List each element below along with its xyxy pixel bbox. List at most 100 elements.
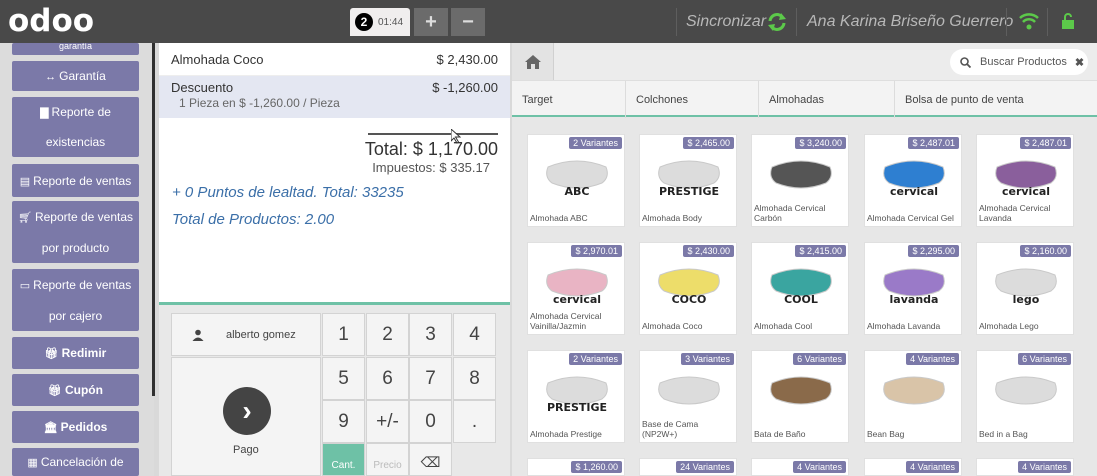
product-brand-logo: cervical — [552, 293, 602, 306]
numpad-key-6[interactable]: 6 — [366, 357, 409, 400]
home-icon — [524, 54, 541, 69]
mode-quantity-button[interactable]: Cant. — [322, 443, 365, 476]
product-card[interactable]: $ 2,487.01 cervical Almohada Cervical Gel — [864, 134, 962, 227]
category-bolsa-punto-venta[interactable]: Bolsa de punto de venta — [894, 81, 1097, 118]
product-name: Almohada ABC — [530, 213, 588, 223]
orderline-price: $ 2,430.00 — [436, 52, 498, 67]
numpad-key-dot[interactable]: . — [453, 400, 496, 443]
sync-label[interactable]: Sincronizar — [686, 13, 766, 31]
wifi-icon[interactable] — [1019, 12, 1039, 30]
sidebar-item-reporte-ventas[interactable]: ▤ Reporte de ventas — [12, 164, 139, 197]
product-card[interactable]: $ 2,465.00 PRESTIGE Almohada Body — [639, 134, 737, 227]
numpad-key-plusminus[interactable]: +/- — [366, 400, 409, 443]
category-bar: Target Colchones Almohadas Bolsa de punt… — [512, 80, 1097, 118]
product-name: Almohada Cervical Carbón — [754, 203, 826, 223]
order-tab[interactable]: 2 01:44 — [350, 8, 410, 36]
product-card[interactable]: 4 Variantes Bean Bag — [864, 350, 962, 443]
product-price-badge: $ 1,260.00 — [571, 461, 622, 473]
product-card[interactable]: $ 2,487.01 cervical Almohada Cervical Lava… — [976, 134, 1074, 227]
sidebar-item-garantia[interactable]: ↔ Garantía — [12, 61, 139, 91]
numpad-key-0[interactable]: 0 — [409, 400, 452, 443]
sidebar-item-label: por cajero — [48, 308, 103, 323]
sidebar-item-label: ▭ Reporte de ventas — [19, 277, 132, 292]
set-customer-button[interactable]: alberto gomez — [171, 313, 321, 356]
product-card[interactable]: $ 2,415.00 COOL Almohada Cool — [751, 242, 849, 335]
product-card[interactable]: 4 Variantes — [751, 458, 849, 476]
clear-search-icon[interactable]: ✖ — [1075, 56, 1084, 69]
pay-arrow-icon[interactable]: › — [223, 387, 271, 435]
product-card[interactable]: 2 Variantes ABC Almohada ABC — [527, 134, 625, 227]
numpad-key-8[interactable]: 8 — [453, 357, 496, 400]
product-brand-logo: cervical — [1001, 185, 1051, 198]
product-card[interactable]: 4 Variantes — [864, 458, 962, 476]
numpad-key-2[interactable]: 2 — [366, 313, 409, 356]
product-price-badge: 4 Variantes — [1018, 461, 1071, 473]
sidebar-item-garantia-partial[interactable]: garantía — [12, 43, 139, 55]
product-card[interactable]: 2 Variantes PRESTIGE Almohada Prestige — [527, 350, 625, 443]
product-name: Base de Cama (NP2W+) — [642, 419, 699, 439]
sidebar-item-label: 🏛︎ Pedidos — [43, 420, 108, 434]
product-price-badge: $ 2,160.00 — [1020, 245, 1071, 257]
sidebar-scrollbar[interactable] — [152, 43, 155, 396]
numpad-key-1[interactable]: 1 — [322, 313, 365, 356]
product-brand-logo: PRESTIGE — [658, 185, 720, 198]
backspace-button[interactable]: ⌫ — [409, 443, 452, 476]
cashier-name[interactable]: Ana Karina Briseño Guerrero — [807, 13, 1013, 31]
products-total: Total de Productos: 2.00 — [172, 211, 335, 228]
gift-icon: 🎁︎ — [44, 348, 59, 360]
category-almohadas[interactable]: Almohadas — [758, 81, 894, 118]
product-name: Almohada Prestige — [530, 429, 602, 439]
orderline-selected[interactable]: Descuento $ -1,260.00 1 Pieza en $ -1,26… — [159, 76, 510, 118]
sidebar-item-reporte-existencias[interactable]: ▇ Reporte de existencias — [12, 97, 139, 157]
product-card[interactable]: 6 Variantes Bata de Baño — [751, 350, 849, 443]
lock-icon[interactable] — [1061, 13, 1075, 29]
product-card[interactable]: 6 Variantes Bed in a Bag — [976, 350, 1074, 443]
category-colchones[interactable]: Colchones — [625, 81, 758, 118]
order-time: 01:44 — [378, 16, 404, 28]
order-panel: Almohada Coco $ 2,430.00 Descuento $ -1,… — [159, 43, 510, 302]
sidebar-item-label: ▇ Reporte de — [40, 105, 111, 119]
product-brand-logo: ABC — [564, 185, 590, 198]
numpad-key-3[interactable]: 3 — [409, 313, 452, 356]
search-products-input[interactable]: Buscar Productos ✖ — [950, 49, 1088, 75]
orderline[interactable]: Almohada Coco $ 2,430.00 — [159, 43, 510, 76]
product-card[interactable]: $ 2,970.01 cervical Almohada Cervical Vain… — [527, 242, 625, 335]
product-name: Almohada Cool — [754, 321, 813, 331]
numpad-key-7[interactable]: 7 — [409, 357, 452, 400]
numpad-key-9[interactable]: 9 — [322, 400, 365, 443]
sidebar-item-redimir[interactable]: 🎁︎ Redimir — [12, 337, 139, 369]
product-price-badge: 4 Variantes — [906, 461, 959, 473]
user-icon — [192, 329, 204, 341]
sidebar-item-cancelacion[interactable]: ▦ Cancelación de — [12, 448, 139, 476]
divider — [1047, 8, 1048, 36]
new-order-button[interactable]: + — [414, 8, 448, 36]
pay-label: Pago — [233, 444, 259, 456]
product-name: Bata de Baño — [754, 429, 806, 439]
product-card[interactable]: 3 Variantes Base de Cama (NP2W+) — [639, 350, 737, 443]
product-card[interactable]: $ 2,295.00 lavanda Almohada Lavanda — [864, 242, 962, 335]
sidebar-item-reporte-ventas-producto[interactable]: 🛒︎ Reporte de ventas por producto — [12, 201, 139, 263]
product-price-badge: 24 Variantes — [676, 461, 734, 473]
sync-icon[interactable] — [766, 12, 788, 36]
product-price-badge: $ 2,970.01 — [571, 245, 622, 257]
delete-order-button[interactable]: − — [451, 8, 485, 36]
numpad-key-5[interactable]: 5 — [322, 357, 365, 400]
product-card[interactable]: $ 1,260.00 — [527, 458, 625, 476]
product-card[interactable]: $ 3,240.00 Almohada Cervical Carbón — [751, 134, 849, 227]
product-card[interactable]: $ 2,430.00 COCO Almohada Coco — [639, 242, 737, 335]
orderline-info: 1 Pieza en $ -1,260.00 / Pieza — [179, 96, 340, 110]
product-card[interactable]: $ 2,160.00 lego Almohada Lego — [976, 242, 1074, 335]
sidebar-item-cupon[interactable]: 🎁︎ Cupón — [12, 374, 139, 406]
sidebar-item-pedidos[interactable]: 🏛︎ Pedidos — [12, 411, 139, 443]
sidebar-item-reporte-ventas-cajero[interactable]: ▭ Reporte de ventas por cajero — [12, 269, 139, 331]
product-card[interactable]: 4 Variantes — [976, 458, 1074, 476]
loyalty-points: + 0 Puntos de lealtad. Total: 33235 — [172, 184, 404, 201]
product-card[interactable]: 24 Variantes — [639, 458, 737, 476]
numpad-key-4[interactable]: 4 — [453, 313, 496, 356]
category-target[interactable]: Target — [512, 81, 625, 118]
mode-price-button[interactable]: Precio — [366, 443, 409, 476]
top-bar: odoo 2 01:44 + − Sincronizar Ana Karina … — [0, 0, 1097, 43]
product-name: Almohada Cervical Gel — [867, 213, 954, 223]
orderline-product-name: Almohada Coco — [171, 52, 264, 67]
home-category-button[interactable] — [512, 43, 554, 80]
